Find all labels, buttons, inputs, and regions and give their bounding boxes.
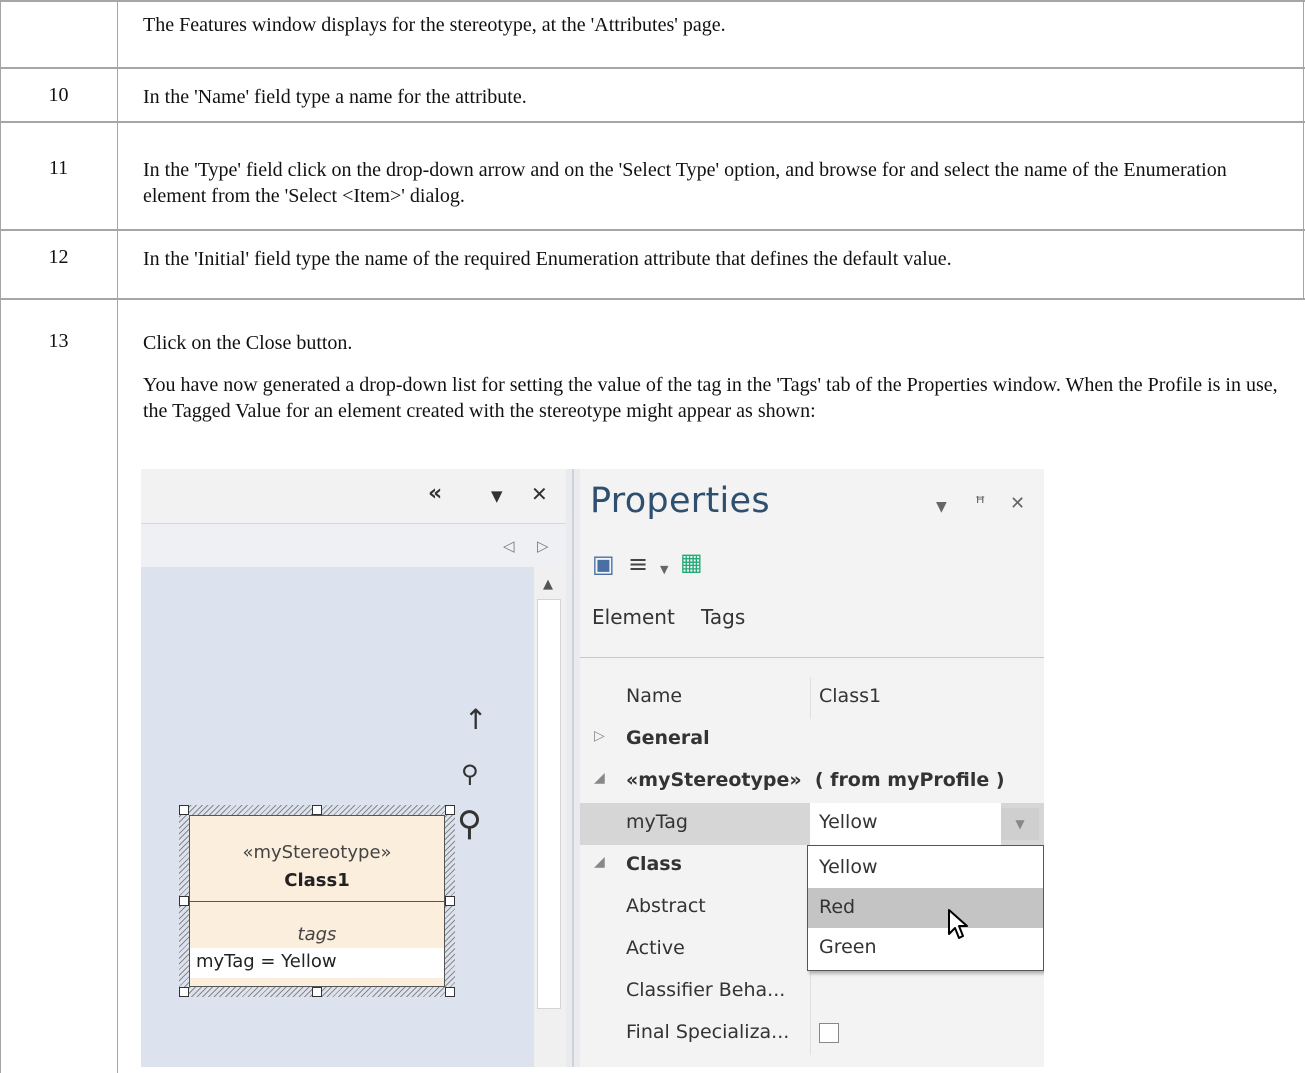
magnify-icon[interactable]: ⚲	[457, 807, 482, 841]
property-group: Class	[626, 853, 682, 875]
diagram-canvas[interactable]: «myStereotype» Class1 tags myTag = Yello…	[141, 567, 534, 1067]
class-name: Class1	[284, 870, 350, 891]
property-row-selected[interactable]: myTag Yellow ▼	[580, 803, 1044, 845]
diagram-panel: « ▼ ✕ ◁ ▷ «myStereotype» Class1 tags myT…	[141, 469, 566, 1067]
option-label: Red	[819, 896, 856, 918]
properties-panel: Properties ▼ ꟸ ✕ ▣ ≡ ▼ ▦ Element Tags Na…	[580, 469, 1044, 1067]
dropdown-option[interactable]: Yellow	[808, 848, 1043, 888]
chevron-down-icon[interactable]: ▼	[660, 559, 668, 581]
resize-handle[interactable]	[445, 805, 455, 815]
prev-icon[interactable]: ◁	[503, 535, 515, 557]
scroll-up-icon[interactable]: ▲	[543, 574, 553, 596]
right-border	[1303, 0, 1304, 300]
tag-value-line: myTag = Yellow	[190, 948, 444, 978]
collapse-icon[interactable]: ◢	[594, 854, 605, 870]
row-divider	[0, 0, 1305, 2]
row-divider	[0, 298, 1305, 300]
dropdown-option-highlighted[interactable]: Red	[808, 888, 1043, 928]
property-group-row[interactable]: ◢ «myStereotype» ( from myProfile )	[580, 761, 1044, 803]
cell-divider	[810, 971, 811, 1013]
properties-screenshot: « ▼ ✕ ◁ ▷ «myStereotype» Class1 tags myT…	[141, 469, 1044, 1067]
tab-underline	[580, 657, 1044, 658]
property-row[interactable]: Final Specializa...	[580, 1013, 1044, 1055]
collapse-icon[interactable]: «	[428, 483, 442, 505]
properties-icon[interactable]: ▦	[680, 550, 703, 574]
step-number: 10	[48, 84, 69, 106]
tab-tags[interactable]: Tags	[701, 605, 745, 629]
property-key: Final Specializa...	[626, 1021, 790, 1043]
diagram-panel-nav: ◁ ▷	[141, 524, 566, 566]
step-text: In the 'Type' field click on the drop-do…	[143, 159, 1227, 207]
resize-handle[interactable]	[179, 896, 189, 906]
dropdown-option[interactable]: Green	[808, 928, 1043, 968]
step-text: Click on the Close button.	[143, 332, 353, 354]
dropdown-icon[interactable]: ▼	[936, 496, 947, 518]
mouse-cursor-icon	[948, 909, 968, 939]
tags-compartment-label: tags	[297, 924, 337, 945]
final-specialization-checkbox[interactable]	[819, 1023, 839, 1043]
class-compartment-divider	[190, 901, 444, 902]
row-divider	[0, 229, 1305, 231]
arrow-up-icon[interactable]: ↑	[464, 706, 487, 734]
resize-handle[interactable]	[312, 987, 322, 997]
property-key: Abstract	[626, 895, 706, 917]
property-value[interactable]: Class1	[819, 685, 881, 707]
resize-handle[interactable]	[312, 805, 322, 815]
step-text: In the 'Initial' field type the name of …	[143, 248, 952, 270]
step-number: 12	[48, 246, 69, 268]
class-stereotype: «myStereotype»	[242, 842, 392, 863]
option-label: Green	[819, 936, 877, 958]
step-number: 11	[48, 157, 69, 179]
save-icon[interactable]: ▣	[592, 552, 615, 576]
cell-divider	[810, 677, 811, 719]
resize-handle[interactable]	[179, 805, 189, 815]
close-icon[interactable]: ✕	[1010, 493, 1025, 515]
resize-handle[interactable]	[179, 987, 189, 997]
property-key: Active	[626, 937, 685, 959]
step-text: The Features window displays for the ste…	[143, 14, 726, 36]
row-divider	[0, 67, 1305, 69]
class-box[interactable]: «myStereotype» Class1 tags myTag = Yello…	[189, 815, 445, 987]
property-key: Classifier Beha...	[626, 979, 786, 1001]
resize-handle[interactable]	[445, 896, 455, 906]
tag-value-text: myTag = Yellow	[196, 951, 337, 972]
property-key: myTag	[626, 811, 688, 833]
next-icon[interactable]: ▷	[537, 535, 549, 557]
property-row[interactable]: Name Class1	[580, 677, 1044, 719]
splitter-line	[572, 469, 574, 1067]
link-icon[interactable]: ⚲	[461, 762, 479, 786]
expand-icon[interactable]: ▷	[594, 728, 605, 744]
tab-element[interactable]: Element	[592, 605, 675, 629]
option-label: Yellow	[819, 856, 878, 878]
cell-divider	[810, 1013, 811, 1055]
step-text-detail: You have now generated a drop-down list …	[143, 374, 1278, 422]
property-group: General	[626, 727, 710, 749]
property-key: Name	[626, 685, 683, 707]
step-text: In the 'Name' field type a name for the …	[143, 86, 527, 108]
step-number: 13	[48, 330, 69, 352]
scrollbar-thumb[interactable]	[537, 599, 561, 1009]
property-group-row[interactable]: ▷ General	[580, 719, 1044, 761]
tag-value-dropdown: Yellow Red Green	[807, 845, 1044, 971]
column-divider	[117, 0, 118, 1073]
class-element[interactable]: «myStereotype» Class1 tags myTag = Yello…	[179, 805, 455, 997]
collapse-icon[interactable]: ◢	[594, 770, 605, 786]
dropdown-button[interactable]: ▼	[1001, 808, 1039, 840]
panel-splitter[interactable]	[566, 469, 580, 1067]
menu-icon[interactable]: ≡	[628, 552, 648, 576]
pin-icon[interactable]: ꟸ	[975, 493, 985, 515]
dropdown-icon[interactable]: ▼	[491, 485, 503, 507]
properties-title: Properties	[590, 481, 770, 521]
property-value[interactable]: Yellow	[810, 803, 1001, 845]
property-row[interactable]: Classifier Beha...	[580, 971, 1044, 1013]
row-divider	[0, 121, 1305, 123]
diagram-vertical-scrollbar[interactable]: ▲	[534, 567, 566, 1067]
property-group: «myStereotype» ( from myProfile )	[626, 769, 1005, 791]
resize-handle[interactable]	[445, 987, 455, 997]
diagram-panel-toolbar: « ▼ ✕	[141, 469, 566, 524]
close-icon[interactable]: ✕	[531, 483, 548, 505]
